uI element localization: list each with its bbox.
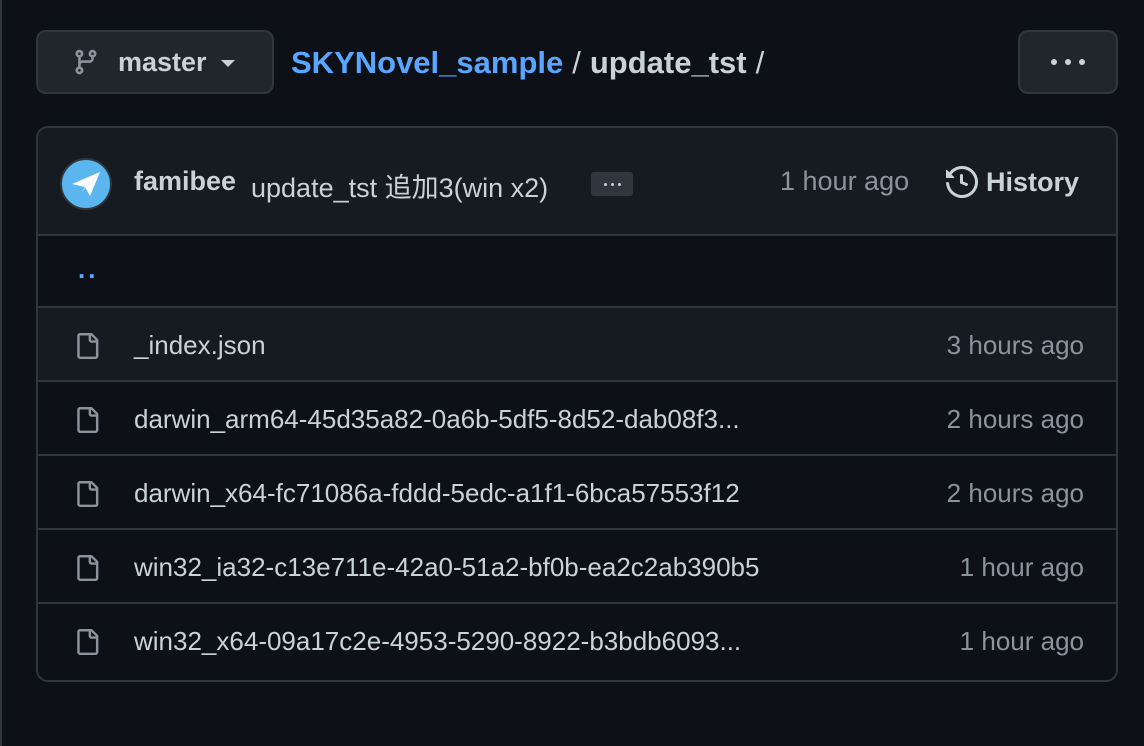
parent-directory-link[interactable]: .. bbox=[78, 254, 98, 285]
file-listing-box: famibee update_tst 追加3(win x2) 1 hour ag… bbox=[36, 126, 1118, 682]
history-link[interactable]: History bbox=[946, 166, 1079, 198]
file-icon bbox=[77, 481, 99, 507]
breadcrumb-current-dir: update_tst bbox=[589, 45, 747, 80]
breadcrumb-repo-link[interactable]: SKYNovel_sample bbox=[291, 45, 563, 81]
file-updated-time: 2 hours ago bbox=[946, 404, 1084, 434]
branch-select-button[interactable]: master bbox=[36, 30, 274, 94]
expand-commit-message-button[interactable] bbox=[591, 172, 633, 196]
file-row[interactable]: win32_ia32-c13e711e-42a0-51a2-bf0b-ea2c2… bbox=[38, 530, 1116, 604]
file-updated-time: 1 hour ago bbox=[959, 626, 1084, 656]
file-icon bbox=[77, 629, 99, 655]
file-icon bbox=[77, 555, 99, 581]
commit-message[interactable]: update_tst 追加3(win x2) bbox=[251, 166, 548, 205]
parent-directory-row[interactable]: .. bbox=[38, 236, 1116, 308]
file-updated-time: 2 hours ago bbox=[946, 478, 1084, 508]
file-row[interactable]: win32_x64-09a17c2e-4953-5290-8922-b3bdb6… bbox=[38, 604, 1116, 678]
file-row[interactable]: darwin_arm64-45d35a82-0a6b-5df5-8d52-dab… bbox=[38, 382, 1116, 456]
file-updated-time: 1 hour ago bbox=[959, 552, 1084, 582]
breadcrumb-separator: / bbox=[755, 45, 765, 80]
latest-commit-row: famibee update_tst 追加3(win x2) 1 hour ag… bbox=[38, 128, 1116, 236]
chevron-down-icon bbox=[220, 60, 235, 67]
paper-plane-icon bbox=[72, 172, 100, 196]
more-options-button[interactable] bbox=[1018, 30, 1118, 94]
page: master SKYNovel_sample / update_tst / fa… bbox=[0, 0, 1144, 746]
git-branch-icon bbox=[75, 49, 97, 75]
file-name-link[interactable]: win32_ia32-c13e711e-42a0-51a2-bf0b-ea2c2… bbox=[134, 552, 759, 583]
avatar[interactable] bbox=[60, 158, 112, 210]
file-row[interactable]: darwin_x64-fc71086a-fddd-5edc-a1f1-6bca5… bbox=[38, 456, 1116, 530]
breadcrumb-separator: / bbox=[572, 45, 581, 80]
file-updated-time: 3 hours ago bbox=[946, 330, 1084, 360]
file-row[interactable]: _index.json 3 hours ago bbox=[38, 308, 1116, 382]
kebab-horizontal-icon bbox=[1047, 59, 1089, 65]
branch-name: master bbox=[118, 46, 207, 77]
file-name-link[interactable]: _index.json bbox=[134, 330, 266, 361]
commit-author[interactable]: famibee bbox=[134, 166, 236, 197]
file-icon bbox=[77, 333, 99, 359]
file-icon bbox=[77, 407, 99, 433]
commit-time: 1 hour ago bbox=[780, 166, 910, 196]
history-icon bbox=[946, 166, 978, 198]
breadcrumb: SKYNovel_sample / update_tst / bbox=[291, 40, 773, 86]
history-label: History bbox=[986, 166, 1080, 197]
file-name-link[interactable]: win32_x64-09a17c2e-4953-5290-8922-b3bdb6… bbox=[134, 626, 741, 657]
file-name-link[interactable]: darwin_arm64-45d35a82-0a6b-5df5-8d52-dab… bbox=[134, 404, 740, 435]
file-name-link[interactable]: darwin_x64-fc71086a-fddd-5edc-a1f1-6bca5… bbox=[134, 478, 740, 509]
